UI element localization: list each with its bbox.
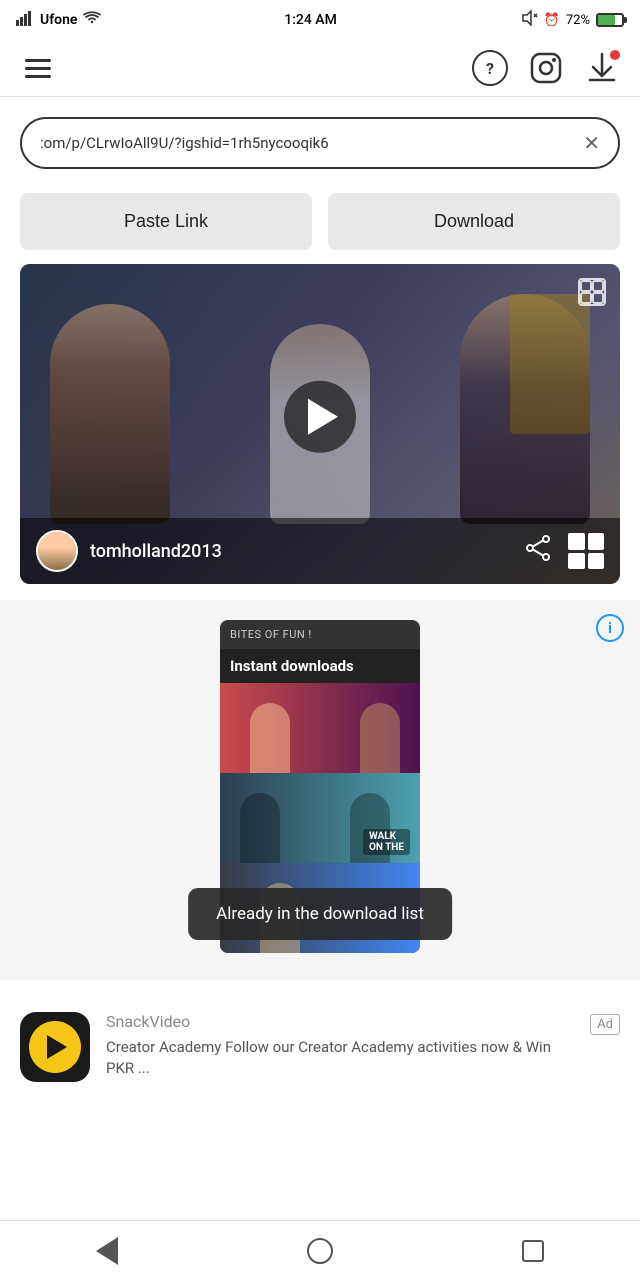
action-buttons: Paste Link Download (0, 179, 640, 264)
ad-card-title: Instant downloads (220, 649, 420, 683)
status-time: 1:24 AM (284, 12, 337, 28)
ad-card-header: BITES OF FUN ! (220, 620, 420, 649)
carrier-name: Ufone (40, 12, 77, 28)
creator-info: tomholland2013 (36, 530, 222, 572)
mute-icon (520, 10, 538, 30)
instagram-icon (529, 51, 563, 85)
play-button[interactable] (284, 381, 356, 453)
snack-brand-name: SnackVideo (106, 1012, 566, 1031)
downloads-button[interactable] (584, 50, 620, 86)
home-icon (307, 1238, 333, 1264)
wifi-icon (83, 11, 101, 29)
url-section: :om/p/CLrwIoAll9U/?igshid=1rh5nycooqik6 … (0, 97, 640, 179)
toast-message: Already in the download list (216, 904, 424, 924)
alarm-icon: ⏰ (544, 13, 560, 28)
snack-text-content: SnackVideo Creator Academy Follow our Cr… (106, 1012, 566, 1079)
avatar-image (38, 532, 76, 570)
play-triangle-icon (308, 399, 338, 435)
top-nav: ? (0, 40, 640, 97)
signal-icon (16, 10, 34, 30)
creator-avatar (36, 530, 78, 572)
info-icon-label: i (608, 619, 612, 637)
gallery-icon[interactable] (578, 278, 606, 306)
clear-url-button[interactable]: ✕ (583, 131, 600, 155)
help-button[interactable]: ? (472, 50, 508, 86)
instagram-button[interactable] (528, 50, 564, 86)
video-preview: tomholland2013 (20, 264, 620, 584)
back-icon (96, 1237, 118, 1265)
battery-text: 72% (566, 13, 590, 28)
back-button[interactable] (77, 1226, 137, 1276)
share-icon[interactable] (524, 535, 552, 567)
snack-video-ad: SnackVideo Creator Academy Follow our Cr… (0, 996, 640, 1098)
status-right: ⏰ 72% (520, 10, 624, 30)
ad-image-1 (220, 683, 420, 773)
download-button[interactable]: Download (328, 193, 620, 250)
battery-icon (596, 13, 624, 27)
nav-right-icons: ? (472, 50, 620, 86)
recents-icon (522, 1240, 544, 1262)
toast-notification: Already in the download list (188, 888, 452, 940)
snack-description: Creator Academy Follow our Creator Acade… (106, 1037, 566, 1079)
hamburger-icon (25, 59, 51, 78)
url-bar[interactable]: :om/p/CLrwIoAll9U/?igshid=1rh5nycooqik6 … (20, 117, 620, 169)
download-badge (610, 50, 620, 60)
hamburger-menu-button[interactable] (20, 50, 56, 86)
question-mark-icon: ? (486, 59, 494, 78)
snack-video-logo (20, 1012, 90, 1082)
bottom-navigation (0, 1220, 640, 1280)
recents-button[interactable] (503, 1226, 563, 1276)
paste-link-button[interactable]: Paste Link (20, 193, 312, 250)
info-button[interactable]: i (596, 614, 624, 642)
video-actions (524, 533, 604, 569)
video-bottom-bar: tomholland2013 (20, 518, 620, 584)
ad-image-2: WALKON THE (220, 773, 420, 863)
qr-icon[interactable] (568, 533, 604, 569)
home-button[interactable] (290, 1226, 350, 1276)
ad-badge: Ad (590, 1014, 620, 1035)
status-bar: Ufone 1:24 AM ⏰ 72% (0, 0, 640, 40)
gallery-svg (580, 280, 604, 304)
snack-play-icon (47, 1035, 67, 1059)
ad-section: i BITES OF FUN ! Instant downloads WALKO… (0, 600, 640, 980)
share-svg (524, 535, 552, 561)
creator-name: tomholland2013 (90, 541, 222, 562)
url-input[interactable]: :om/p/CLrwIoAll9U/?igshid=1rh5nycooqik6 (40, 134, 573, 152)
status-left: Ufone (16, 10, 101, 30)
snack-logo-inner (29, 1021, 81, 1073)
